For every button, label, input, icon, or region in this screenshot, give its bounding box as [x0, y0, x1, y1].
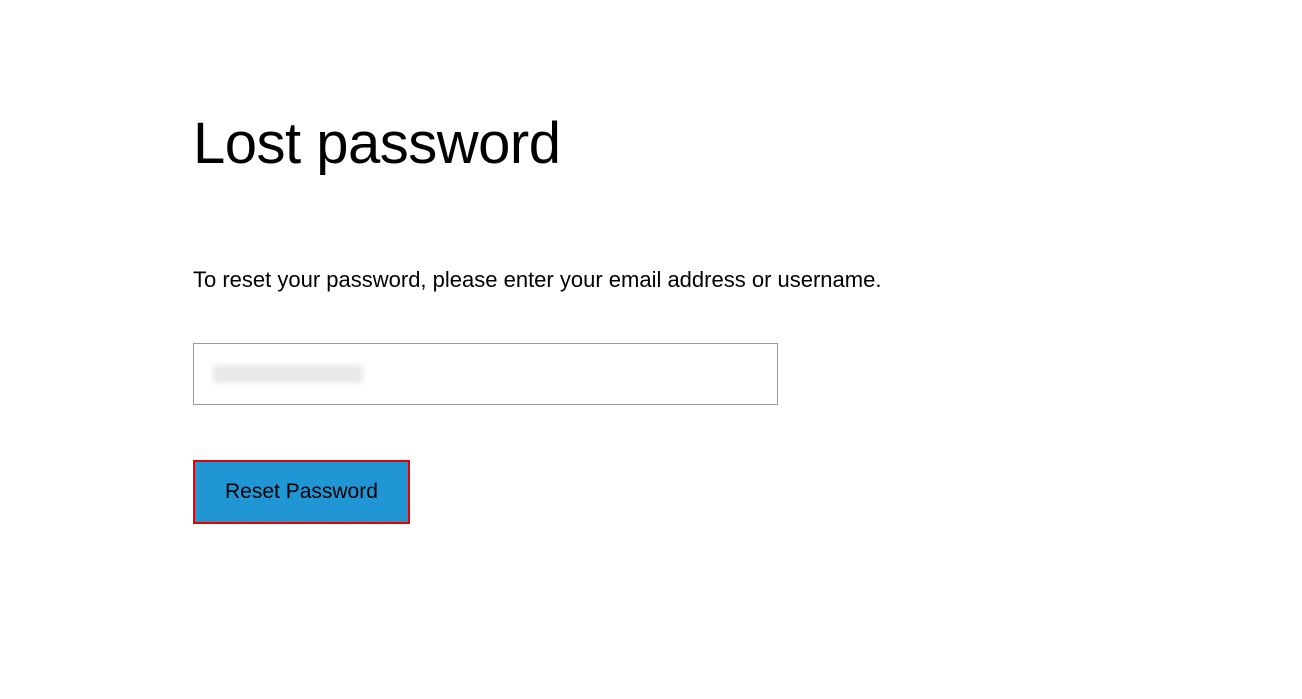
reset-password-button[interactable]: Reset Password — [193, 460, 410, 524]
page-title: Lost password — [193, 110, 1302, 177]
lost-password-container: Lost password To reset your password, pl… — [0, 0, 1302, 524]
instruction-text: To reset your password, please enter you… — [193, 267, 1302, 293]
input-wrapper — [193, 343, 1302, 405]
email-username-input[interactable] — [193, 343, 778, 405]
